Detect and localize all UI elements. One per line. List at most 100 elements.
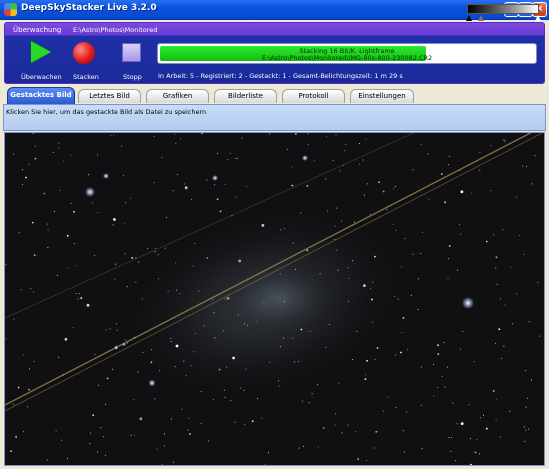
star [366, 183, 368, 185]
star [447, 277, 449, 279]
star [43, 192, 46, 195]
star [183, 360, 185, 362]
star [325, 178, 327, 180]
star [94, 254, 95, 256]
star [33, 254, 36, 256]
star [125, 339, 127, 341]
stop-button-label[interactable]: Stopp [123, 73, 142, 81]
star [397, 298, 399, 300]
star [116, 345, 118, 347]
star [485, 240, 488, 243]
star [393, 188, 395, 190]
star [175, 344, 179, 348]
star [348, 278, 350, 279]
white-point-handle[interactable] [535, 15, 541, 21]
star [446, 366, 448, 368]
star [352, 260, 354, 262]
mid-point-handle[interactable] [478, 15, 484, 21]
star [311, 393, 313, 395]
star [306, 249, 309, 252]
star [5, 338, 7, 340]
star [341, 220, 343, 222]
star [237, 314, 239, 316]
star [400, 351, 402, 354]
star [206, 257, 209, 259]
star [33, 291, 35, 293]
save-hint-text[interactable]: Klicken Sie hier, um das gestackte Bild … [6, 108, 206, 116]
star [298, 447, 300, 449]
play-icon[interactable] [31, 41, 51, 63]
star [97, 212, 99, 214]
star [218, 368, 221, 371]
star [224, 183, 226, 185]
star [97, 451, 98, 453]
star [283, 301, 285, 303]
black-point-handle[interactable] [466, 15, 472, 21]
star [369, 213, 371, 215]
record-icon[interactable] [73, 42, 95, 64]
star [421, 448, 423, 450]
star [444, 386, 446, 388]
star [516, 196, 518, 198]
star [495, 419, 497, 421]
star [303, 445, 304, 447]
star [394, 296, 396, 297]
tab-image-list[interactable]: Bilderliste [214, 89, 277, 103]
stack-button-label[interactable]: Stacken [73, 73, 99, 81]
stacked-image-view[interactable] [4, 132, 545, 466]
star [427, 153, 429, 155]
stop-icon[interactable] [122, 43, 141, 62]
star [334, 225, 336, 227]
star [261, 224, 265, 227]
star [447, 164, 449, 166]
star [476, 439, 478, 441]
tab-graphs[interactable]: Grafiken [146, 89, 209, 103]
star [322, 427, 325, 429]
star [55, 430, 57, 432]
star [400, 266, 402, 268]
star [78, 292, 80, 294]
star [180, 138, 182, 140]
star [212, 299, 214, 301]
star [370, 288, 372, 290]
star [75, 265, 77, 267]
tab-last-image[interactable]: Letztes Bild [78, 89, 141, 103]
star [448, 245, 451, 247]
tab-stacked-image[interactable]: Gestacktes Bild [7, 87, 75, 104]
star [307, 143, 309, 145]
monitored-folder-path[interactable]: E:\Astro\Photos\Monitored [73, 26, 157, 34]
star [478, 453, 480, 455]
star [359, 163, 361, 165]
tab-settings[interactable]: Einstellungen [350, 89, 414, 103]
star [59, 189, 61, 191]
star [17, 386, 20, 389]
star [213, 312, 215, 314]
tab-log[interactable]: Protokoll [282, 89, 345, 103]
star [239, 387, 241, 389]
star [124, 253, 126, 255]
star [490, 190, 492, 192]
star [188, 418, 190, 420]
star [154, 398, 156, 400]
star [448, 155, 450, 157]
star [91, 202, 93, 204]
star [224, 397, 226, 398]
star [189, 433, 191, 435]
star [480, 417, 481, 419]
star [246, 186, 248, 188]
star [105, 455, 106, 456]
star [470, 438, 472, 440]
histogram-level-slider[interactable] [467, 4, 539, 14]
star [15, 435, 17, 438]
star [176, 289, 178, 291]
star [114, 346, 118, 350]
star [375, 431, 378, 433]
star [504, 304, 506, 306]
star [58, 356, 60, 358]
save-hint-bar[interactable]: Klicken Sie hier, um das gestackte Bild … [3, 104, 546, 131]
star [164, 445, 165, 447]
star [5, 264, 7, 266]
monitor-button-label[interactable]: Überwachen [21, 73, 62, 81]
star [231, 215, 233, 217]
star [307, 133, 309, 135]
